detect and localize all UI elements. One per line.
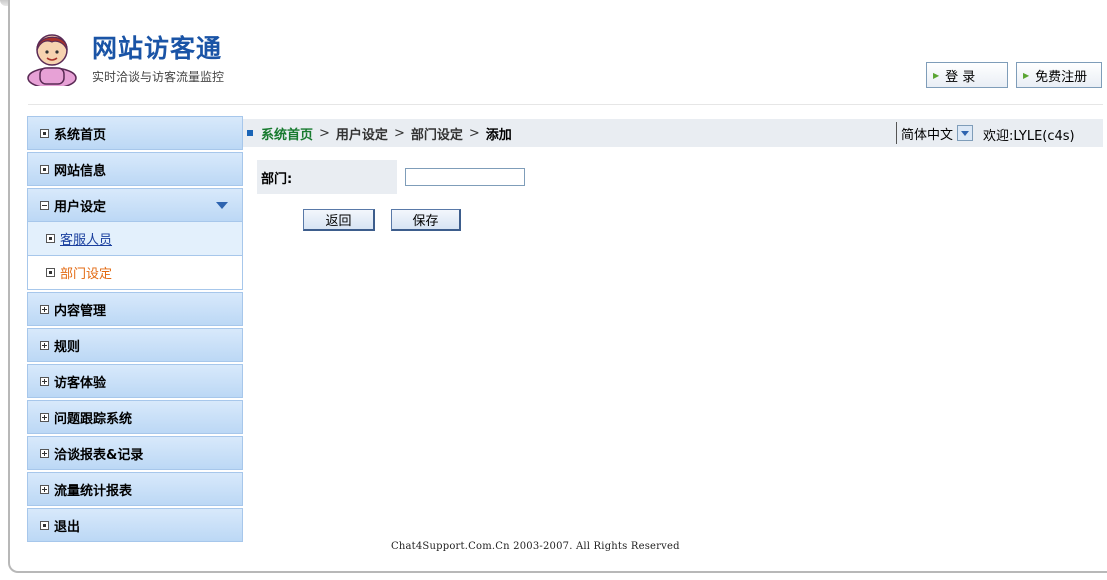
sidebar-subitem-label[interactable]: 部门设定 — [60, 263, 112, 282]
sidebar-item-traffic-reports[interactable]: 流量统计报表 — [27, 472, 243, 506]
language-select-value: 简体中文 — [901, 127, 954, 143]
sidebar-item-label: 退出 — [54, 519, 81, 535]
breadcrumb-current: 添加 — [485, 127, 512, 143]
sidebar-item-visitor-experience[interactable]: 访客体验 — [27, 364, 243, 398]
dropdown-arrow-icon[interactable] — [957, 125, 974, 141]
register-button[interactable]: ▶ 免费注册 — [1016, 62, 1102, 88]
breadcrumb-separator: > — [393, 125, 405, 141]
chevron-down-icon[interactable] — [216, 202, 228, 209]
login-button-label: 登 录 — [945, 69, 976, 85]
department-input[interactable] — [405, 168, 525, 186]
box-dot-icon — [40, 164, 49, 174]
breadcrumb-separator: > — [468, 125, 480, 141]
department-label: 部门: — [257, 160, 397, 194]
sidebar-item-logout[interactable]: 退出 — [27, 508, 243, 542]
sidebar: 系统首页 网站信息 用户设定 客服人员 部门设定 内容管理 规则 访客体验 问题… — [27, 116, 243, 544]
box-dot-icon — [46, 268, 55, 277]
brand-subtitle: 实时洽谈与访客流量监控 — [92, 70, 225, 84]
sidebar-subitem-departments[interactable]: 部门设定 — [27, 256, 243, 290]
box-dot-icon — [46, 234, 55, 243]
sidebar-item-chat-reports[interactable]: 洽谈报表&记录 — [27, 436, 243, 470]
box-plus-icon — [40, 376, 49, 386]
sidebar-item-label: 访客体验 — [54, 375, 107, 391]
footer-copyright: Chat4Support.Com.Cn 2003-2007. All Right… — [391, 541, 680, 552]
sidebar-item-user-settings[interactable]: 用户设定 — [27, 188, 243, 222]
sidebar-item-home[interactable]: 系统首页 — [27, 116, 243, 150]
box-plus-icon — [40, 484, 49, 494]
sidebar-item-label: 网站信息 — [54, 163, 107, 179]
sidebar-item-label: 内容管理 — [54, 303, 107, 319]
language-select[interactable]: 简体中文 — [896, 122, 974, 144]
square-bullet-icon — [247, 130, 253, 136]
save-button[interactable]: 保存 — [391, 209, 461, 231]
sidebar-item-site-info[interactable]: 网站信息 — [27, 152, 243, 186]
login-button[interactable]: ▶ 登 录 — [926, 62, 1008, 88]
box-plus-icon — [40, 304, 49, 314]
sidebar-item-label: 问题跟踪系统 — [54, 411, 133, 427]
sidebar-item-issue-tracking[interactable]: 问题跟踪系统 — [27, 400, 243, 434]
welcome-text: 欢迎:LYLE(c4s) — [983, 129, 1075, 144]
sidebar-item-content[interactable]: 内容管理 — [27, 292, 243, 326]
box-plus-icon — [40, 448, 49, 458]
sidebar-item-label: 用户设定 — [54, 199, 107, 215]
back-button[interactable]: 返回 — [303, 209, 375, 231]
sidebar-subitem-agents[interactable]: 客服人员 — [27, 222, 243, 256]
register-button-label: 免费注册 — [1035, 69, 1088, 85]
breadcrumb-home-link[interactable]: 系统首页 — [261, 124, 313, 143]
breadcrumb-user-settings: 用户设定 — [335, 127, 388, 143]
sidebar-item-label: 洽谈报表&记录 — [54, 447, 144, 463]
box-plus-icon — [40, 340, 49, 350]
box-plus-icon — [40, 412, 49, 422]
box-dot-icon — [40, 520, 49, 530]
breadcrumb: 系统首页 > 用户设定 > 部门设定 > 添加 — [243, 119, 1103, 147]
sidebar-item-label: 规则 — [54, 339, 81, 355]
breadcrumb-separator: > — [319, 125, 330, 141]
sidebar-item-label: 系统首页 — [54, 127, 107, 143]
sidebar-subitem-label[interactable]: 客服人员 — [60, 229, 112, 248]
sidebar-item-label: 流量统计报表 — [54, 483, 133, 499]
arrow-right-icon: ▶ — [933, 70, 940, 80]
avatar-logo-icon — [27, 34, 77, 86]
brand-title: 网站访客通 — [92, 34, 223, 63]
box-minus-icon — [40, 200, 49, 210]
arrow-right-icon: ▶ — [1023, 70, 1030, 80]
box-dot-icon — [40, 128, 49, 138]
header-divider — [28, 104, 1103, 105]
sidebar-item-rules[interactable]: 规则 — [27, 328, 243, 362]
breadcrumb-dept-settings: 部门设定 — [410, 127, 463, 143]
